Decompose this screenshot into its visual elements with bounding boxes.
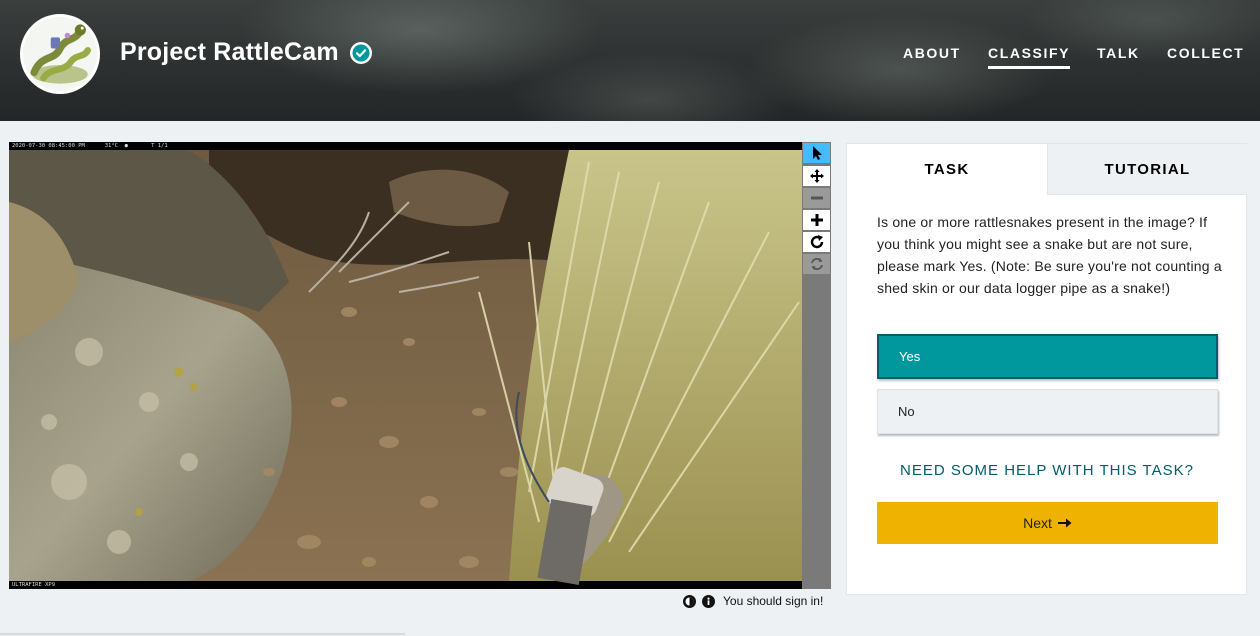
camera-brand: ULTRAFIRE XP9 [12,582,56,588]
trail-camera-photo [9,142,802,589]
move-tool-button[interactable] [803,166,830,186]
task-panel: TASK TUTORIAL Is one or more rattlesnake… [846,143,1247,595]
zoom-out-icon [810,196,823,200]
rotate-icon [810,235,823,249]
task-help-link[interactable]: NEED SOME HELP WITH THIS TASK? [847,462,1247,479]
zoom-out-button[interactable] [803,188,830,208]
footer-divider [0,633,405,635]
nav-about[interactable]: About [903,45,961,69]
tab-task[interactable]: TASK [847,144,1047,195]
pointer-icon [812,146,822,160]
project-title[interactable]: Project RattleCam [120,38,339,67]
subject-viewer: 2020-07-30 08:45:00 PM 31°C ● T 1/1 ULTR… [9,142,831,589]
answer-no-button[interactable]: No [877,389,1218,434]
contrast-icon[interactable] [683,594,696,608]
subject-image[interactable]: 2020-07-30 08:45:00 PM 31°C ● T 1/1 ULTR… [9,142,802,589]
move-icon [809,169,824,183]
next-button[interactable]: Next [877,502,1218,544]
reset-icon [810,258,823,270]
next-button-label: Next [1023,515,1052,531]
rotate-button[interactable] [803,232,830,252]
pointer-tool-button[interactable] [803,143,830,163]
camera-timestamp: 2020-07-30 08:45:00 PM 31°C ● T 1/1 [12,143,168,149]
info-icon[interactable] [702,594,715,608]
signin-notice: You should sign in! [683,593,823,609]
verified-badge-icon [350,42,372,64]
project-avatar[interactable] [20,14,100,94]
task-question: Is one or more rattlesnakes present in t… [877,214,1222,296]
answer-yes-button[interactable]: Yes [877,334,1218,379]
project-header: Project RattleCam About Classify Talk Co… [0,0,1260,121]
zoom-in-button[interactable] [803,210,830,230]
arrow-right-icon [1057,518,1072,528]
image-toolbar [802,142,831,589]
nav-talk[interactable]: Talk [1097,45,1140,69]
zoom-in-icon [810,214,823,226]
nav-collect[interactable]: Collect [1167,45,1244,69]
tab-tutorial[interactable]: TUTORIAL [1047,144,1247,195]
signin-text: You should sign in! [723,594,824,608]
snake-logo-icon [23,17,97,91]
nav-classify[interactable]: Classify [988,45,1071,69]
reset-view-button[interactable] [803,254,830,274]
